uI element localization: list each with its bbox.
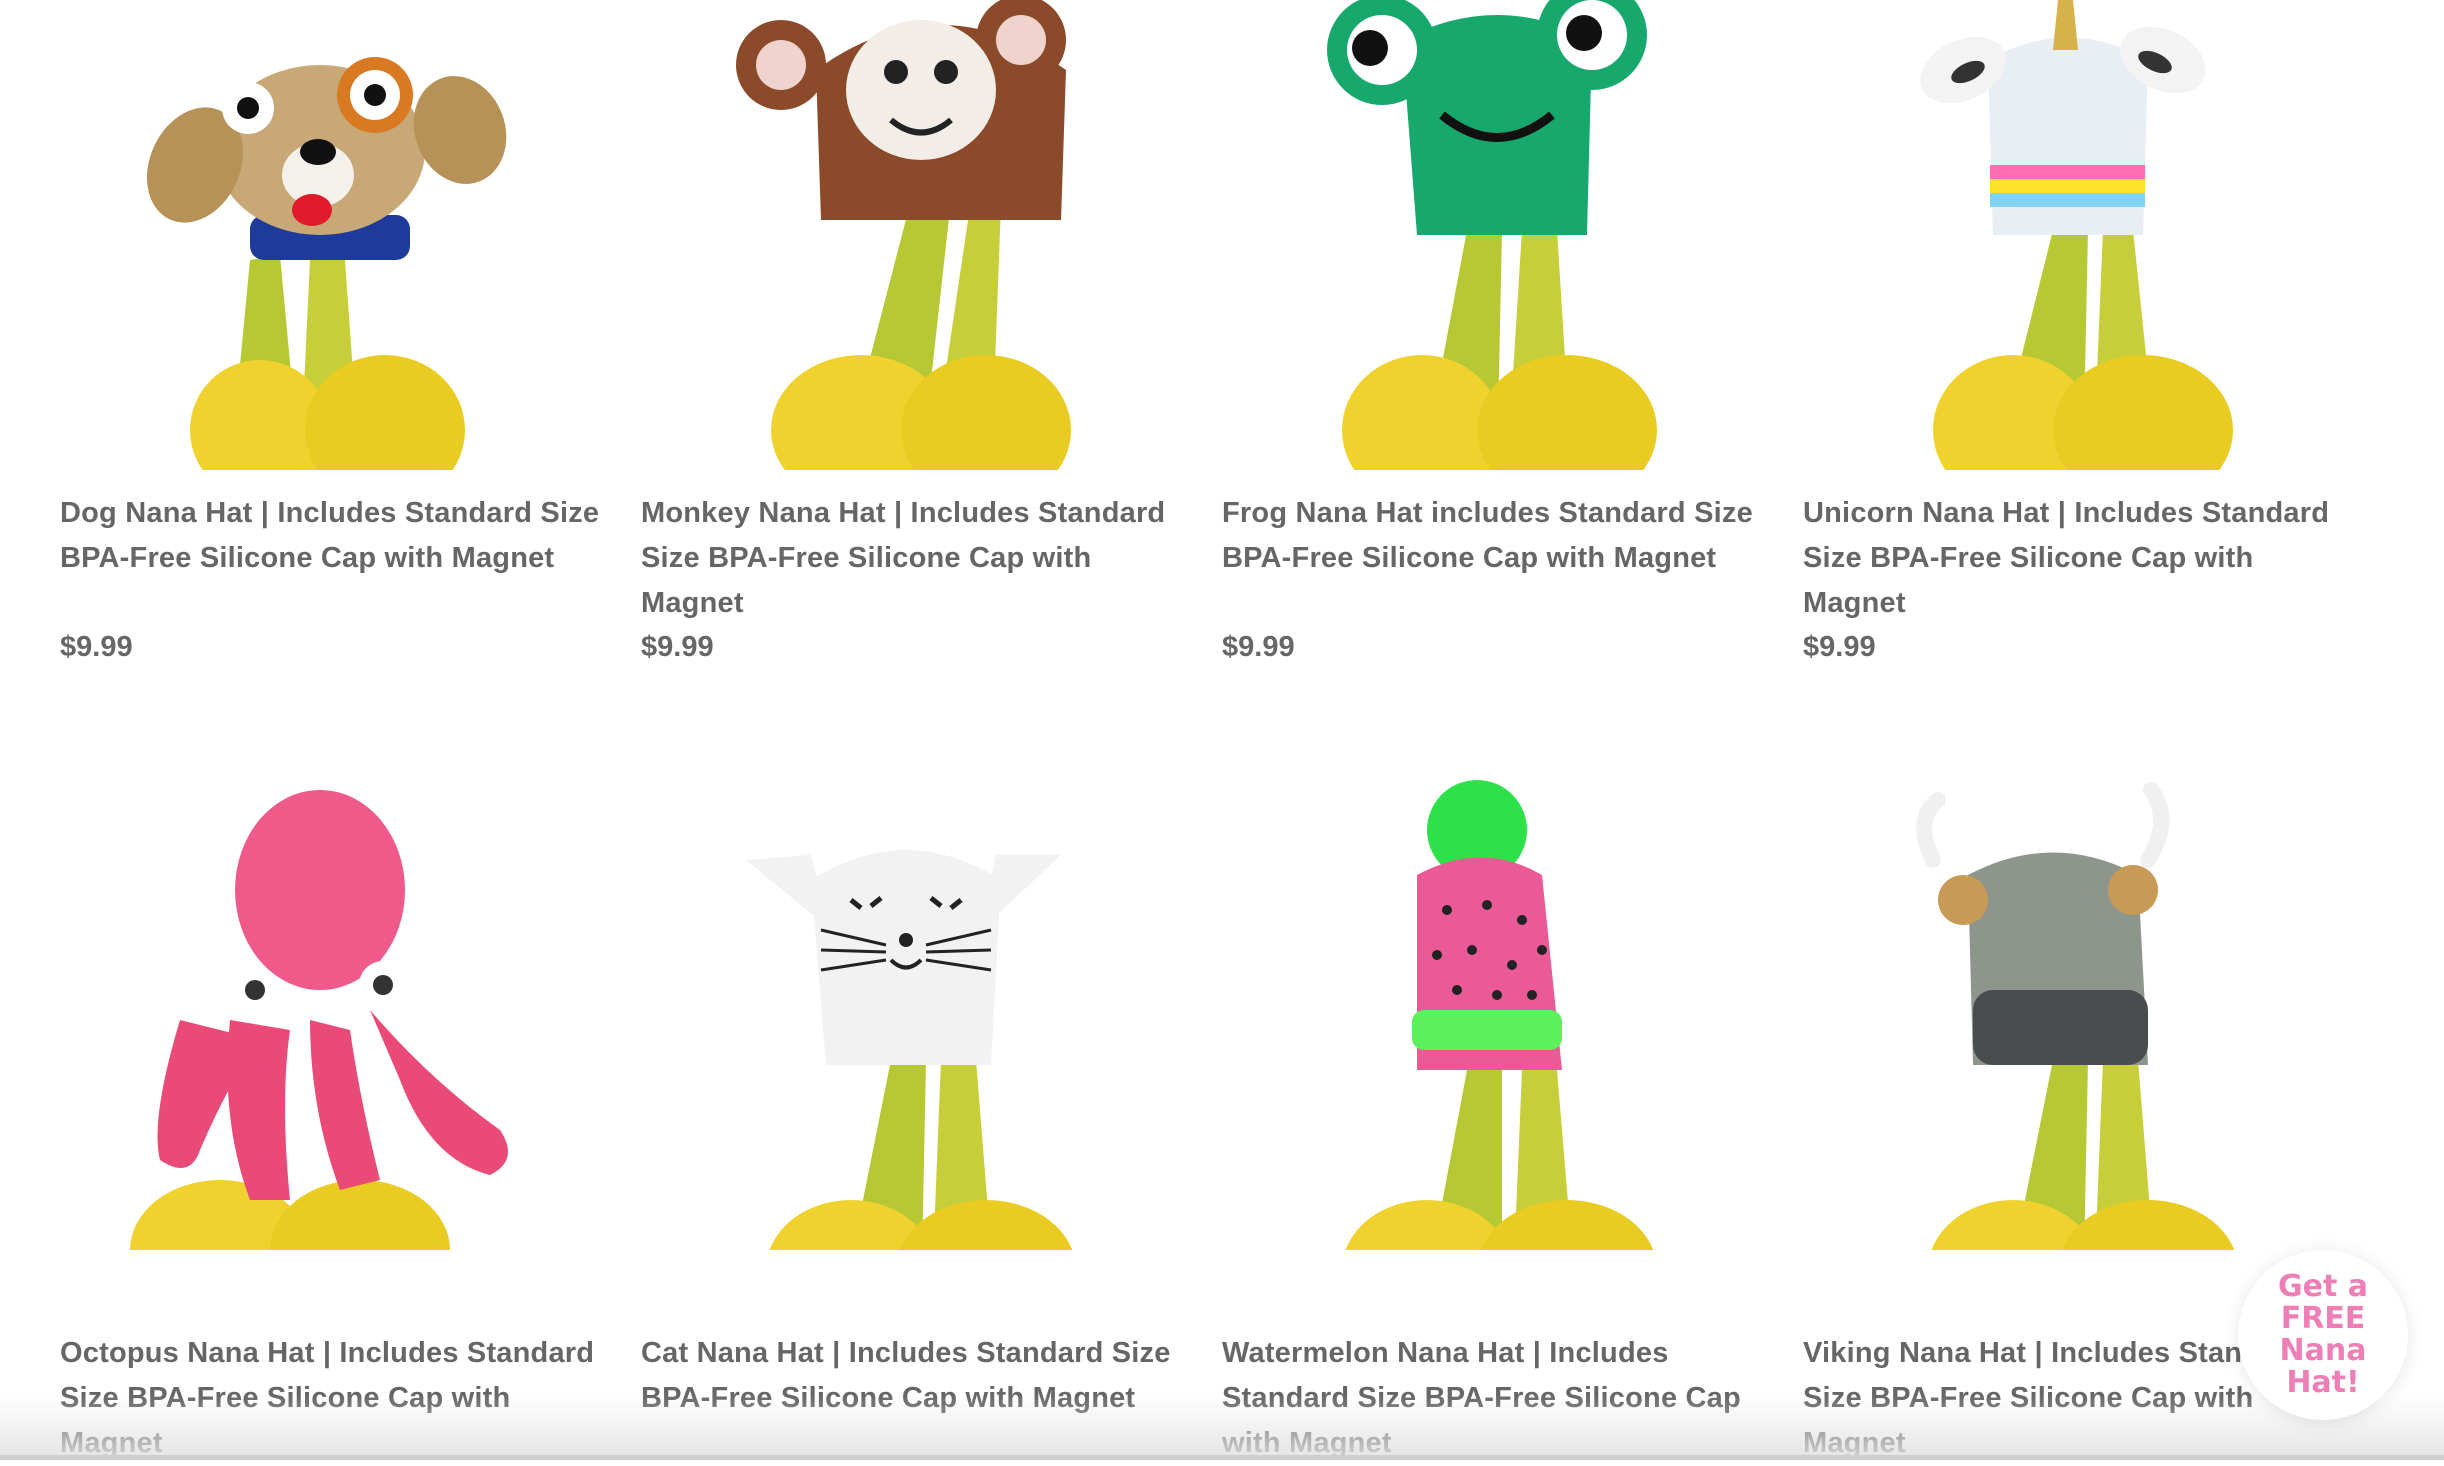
dog-hat-icon: [146, 57, 507, 470]
frog-hat-icon: [1327, 0, 1657, 470]
free-nana-hat-promo-button[interactable]: Get a FREE Nana Hat!: [2238, 1250, 2408, 1420]
product-price: $9.99: [641, 631, 714, 663]
product-title[interactable]: Unicorn Nana Hat | Includes Standard Siz…: [1803, 491, 2363, 626]
octopus-hat-icon: [130, 790, 508, 1250]
monkey-hat-icon: [736, 0, 1071, 470]
watermelon-hat-icon: [1345, 780, 1654, 1250]
product-image-unicorn[interactable]: [1803, 0, 2363, 470]
unicorn-hat-icon: [1920, 0, 2233, 470]
product-image-monkey[interactable]: [641, 0, 1201, 470]
viking-hat-icon: [1916, 782, 2235, 1250]
product-title[interactable]: Monkey Nana Hat | Includes Standard Size…: [641, 491, 1201, 626]
product-image-viking[interactable]: [1803, 780, 2363, 1250]
product-title[interactable]: Frog Nana Hat includes Standard Size BPA…: [1222, 491, 1782, 581]
viewport-bottom-divider: [0, 1455, 2444, 1460]
product-price: $9.99: [1222, 631, 1295, 663]
product-grid: Dog Nana Hat | Includes Standard Size BP…: [0, 0, 2444, 1460]
product-image-watermelon[interactable]: [1222, 780, 1782, 1250]
scroll-fade-overlay: [0, 1395, 2444, 1460]
promo-label: Get a FREE Nana Hat!: [2278, 1269, 2368, 1400]
cat-hat-icon: [746, 850, 1073, 1250]
product-image-octopus[interactable]: [0, 780, 560, 1250]
product-image-dog[interactable]: [0, 0, 560, 470]
product-price: $9.99: [1803, 631, 1876, 663]
product-image-frog[interactable]: [1222, 0, 1782, 470]
product-image-cat[interactable]: [641, 780, 1201, 1250]
product-price: $9.99: [60, 631, 133, 663]
product-title[interactable]: Dog Nana Hat | Includes Standard Size BP…: [60, 491, 620, 581]
